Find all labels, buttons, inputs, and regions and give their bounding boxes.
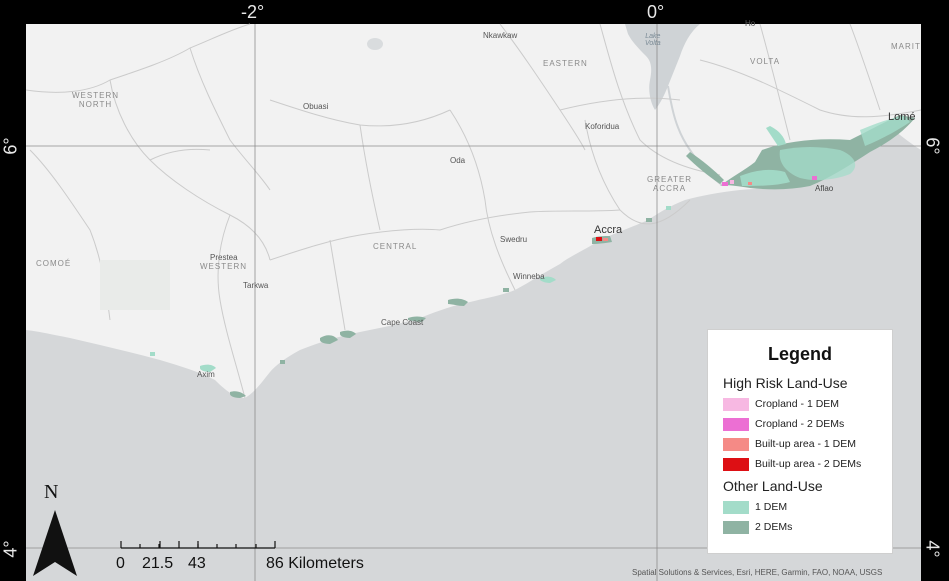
region-label-western-north: WESTERN NORTH (72, 91, 119, 109)
place-label-cape-coast: Cape Coast (381, 318, 424, 327)
legend-item-other-1dem: 1 DEM (723, 497, 892, 517)
region-label-eastern: EASTERN (543, 59, 588, 68)
map-frame: -2° 0° 6° 4° 6° 4° WESTERN NORTH EASTERN… (0, 0, 949, 581)
forest-patch (100, 260, 170, 310)
legend-item-builtup-2dem: Built-up area - 2 DEMs (723, 454, 892, 474)
legend-swatch (723, 520, 749, 534)
place-label-ho: Ho (745, 19, 756, 28)
legend-item-cropland-2dem: Cropland - 2 DEMs (723, 414, 892, 434)
place-label-accra: Accra (594, 224, 623, 236)
region-label-greater-accra: GREATER ACCRA (647, 175, 693, 193)
place-label-swedru: Swedru (500, 235, 528, 244)
legend-item-cropland-1dem: Cropland - 1 DEM (723, 394, 892, 414)
legend-swatch (723, 457, 749, 471)
place-label-oda: Oda (450, 156, 466, 165)
water-label-lake-volta: Lake Volta (645, 33, 661, 47)
north-arrow-icon (33, 510, 77, 576)
place-label-nkawkaw: Nkawkaw (483, 31, 518, 40)
scale-label-0: 0 (116, 555, 125, 572)
legend-item-label: Built-up area - 1 DEM (755, 438, 856, 450)
graticule-label-lon-2: -2° (241, 2, 265, 22)
small-lake (367, 38, 383, 50)
legend-swatch (723, 500, 749, 514)
graticule-label-lat-4-left: 4° (0, 540, 21, 558)
scale-label-43: 43 (188, 555, 206, 572)
place-label-axim: Axim (197, 370, 215, 379)
legend-group-high-risk: High Risk Land-Use (723, 375, 848, 391)
legend-swatch (723, 417, 749, 431)
region-label-western: WESTERN (200, 262, 247, 271)
place-label-prestea: Prestea (210, 253, 238, 262)
graticule-label-lat-4-right: 4° (922, 540, 943, 558)
map-legend: Legend High Risk Land-Use Cropland - 1 D… (707, 329, 893, 554)
legend-item-builtup-1dem: Built-up area - 1 DEM (723, 434, 892, 454)
legend-title: Legend (767, 344, 832, 364)
legend-swatch (723, 437, 749, 451)
graticule-label-lat-6-left: 6° (0, 137, 21, 155)
region-label-central: CENTRAL (373, 242, 418, 251)
graticule-label-lat-6-right: 6° (922, 137, 943, 155)
place-label-aflao: Aflao (815, 184, 834, 193)
legend-item-label: Cropland - 1 DEM (755, 398, 840, 410)
place-label-tarkwa: Tarkwa (243, 281, 269, 290)
map-attribution: Spatial Solutions & Services, Esri, HERE… (632, 568, 883, 577)
legend-item-label: Built-up area - 2 DEMs (755, 458, 862, 470)
graticule-label-lon-0: 0° (647, 2, 665, 22)
place-label-lome: Lomé (888, 111, 916, 123)
legend-swatch (723, 397, 749, 411)
region-label-comoe: COMOÉ (36, 259, 72, 268)
place-label-winneba: Winneba (513, 272, 545, 281)
scale-label-86-km: 86 Kilometers (266, 555, 364, 572)
place-label-obuasi: Obuasi (303, 102, 329, 111)
region-label-volta: VOLTA (750, 57, 781, 66)
legend-item-label: Cropland - 2 DEMs (755, 418, 845, 430)
legend-group-other: Other Land-Use (723, 478, 823, 494)
region-label-maritime: MARIT (891, 42, 921, 51)
legend-item-label: 2 DEMs (755, 521, 793, 533)
legend-item-other-2dem: 2 DEMs (723, 517, 892, 537)
legend-item-label: 1 DEM (755, 501, 788, 513)
place-label-koforidua: Koforidua (585, 122, 620, 131)
scale-label-21-5: 21.5 (142, 555, 174, 572)
